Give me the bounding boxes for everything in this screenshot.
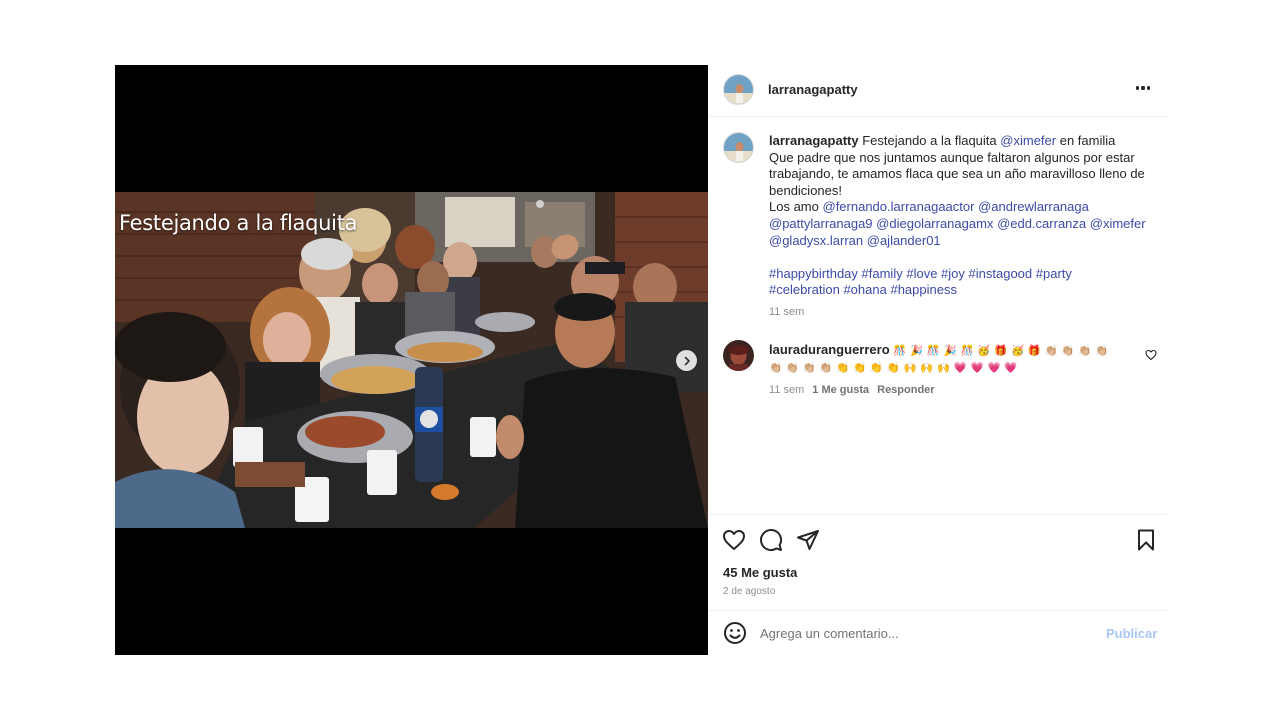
save-bookmark-icon[interactable] bbox=[1134, 528, 1158, 552]
action-bar: 45 Me gusta 2 de agosto bbox=[708, 514, 1166, 609]
avatar-image bbox=[724, 75, 753, 104]
add-comment-bar: Publicar bbox=[708, 610, 1166, 655]
hashtag-line: #celebration #ohana #happiness bbox=[769, 282, 1149, 299]
hashtag-link[interactable]: #family bbox=[862, 266, 903, 281]
hashtag-link[interactable]: #ohana bbox=[843, 282, 886, 297]
author-avatar[interactable] bbox=[723, 74, 754, 105]
hashtag-link[interactable]: #joy bbox=[941, 266, 965, 281]
mention-link[interactable]: @ximefer bbox=[1000, 133, 1056, 148]
caption-text: Los amo bbox=[769, 199, 819, 215]
mention-link[interactable]: @diegolarranagamx bbox=[876, 216, 993, 231]
mention-link[interactable]: @edd.carranza bbox=[997, 216, 1086, 231]
mention-link[interactable]: @ximefer bbox=[1090, 216, 1146, 231]
post-caption: larranagapatty Festejando a la flaquita … bbox=[769, 133, 1149, 321]
caption-line: trabajando, te amamos flaca que sea un a… bbox=[769, 166, 1145, 182]
dot-icon bbox=[1141, 86, 1145, 90]
post-date: 2 de agosto bbox=[723, 586, 776, 597]
commenter-avatar[interactable] bbox=[723, 340, 754, 371]
hashtag-link[interactable]: #happybirthday bbox=[769, 266, 858, 281]
hashtag-link[interactable]: #love bbox=[906, 266, 937, 281]
post-photo[interactable]: Festejando a la flaquita bbox=[115, 192, 708, 528]
hashtag-link[interactable]: #instagood bbox=[969, 266, 1033, 281]
mention-link[interactable]: @andrewlarranaga bbox=[978, 199, 1089, 214]
comment-emoji-text: 🎊 🎉 🎊 🎉 🎊 🥳 🎁 🥳 🎁 👏🏼 👏🏼 👏🏼 👏🏼 bbox=[893, 345, 1109, 357]
dot-icon bbox=[1146, 86, 1150, 90]
group-photo-image bbox=[115, 192, 708, 528]
share-paper-plane-icon[interactable] bbox=[796, 528, 820, 552]
hashtag-line: #happybirthday #family #love #joy #insta… bbox=[769, 266, 1149, 283]
next-photo-button[interactable] bbox=[676, 350, 697, 371]
caption-line: larranagapatty Festejando a la flaquita … bbox=[769, 133, 1149, 150]
like-heart-icon[interactable] bbox=[722, 528, 746, 552]
comment-emoji-text: 👏🏼 👏🏼 👏🏼 👏🏼 👏 👏 👏 👏 🙌 🙌 🙌 💗 💗 💗 💗 bbox=[769, 361, 1018, 374]
hashtag-link[interactable]: #celebration bbox=[769, 282, 840, 297]
comment-meta: 11 sem 1 Me gusta Responder bbox=[769, 382, 1141, 399]
mention-link[interactable]: @fernando.larranagaactor bbox=[823, 199, 975, 214]
caption-line: @pattylarranaga9 @diegolarranagamx @edd.… bbox=[769, 216, 1149, 233]
author-username[interactable]: larranagapatty bbox=[768, 82, 858, 97]
caption-text: en familia bbox=[1059, 133, 1116, 148]
caption-time[interactable]: 11 sem bbox=[769, 304, 1149, 321]
chevron-right-icon bbox=[684, 356, 690, 365]
post-media[interactable]: Festejando a la flaquita bbox=[115, 65, 708, 655]
commenter-username[interactable]: lauraduranguerrero bbox=[769, 342, 890, 357]
comment-like-heart-icon[interactable] bbox=[1145, 349, 1157, 361]
comment-input[interactable] bbox=[760, 624, 1060, 642]
comment-bubble-icon[interactable] bbox=[759, 528, 783, 552]
post-side-panel: larranagapatty larranagapatty Festejando… bbox=[708, 65, 1166, 655]
mention-link[interactable]: @ajlander01 bbox=[867, 233, 941, 248]
post-header: larranagapatty bbox=[708, 65, 1166, 117]
caption-text: Festejando a la flaquita bbox=[862, 133, 997, 148]
hashtag-link[interactable]: #party bbox=[1036, 266, 1072, 281]
reply-button[interactable]: Responder bbox=[877, 384, 934, 396]
caption-username[interactable]: larranagapatty bbox=[769, 133, 859, 148]
dot-icon bbox=[1136, 86, 1140, 90]
more-options-button[interactable] bbox=[1134, 79, 1152, 97]
avatar-image bbox=[724, 133, 753, 162]
caption-line: Que padre que nos juntamos aunque faltar… bbox=[769, 149, 1135, 165]
likes-count[interactable]: 45 Me gusta bbox=[723, 565, 797, 580]
caption-line: @gladysx.larran @ajlander01 bbox=[769, 233, 1149, 250]
caption-line: bendiciones! bbox=[769, 182, 842, 198]
emoji-picker-icon[interactable] bbox=[723, 621, 747, 645]
photo-overlay-text: Festejando a la flaquita bbox=[119, 211, 358, 235]
comment-time[interactable]: 11 sem bbox=[769, 384, 804, 396]
caption-avatar[interactable] bbox=[723, 132, 754, 163]
caption-line: Los amo @fernando.larranagaactor @andrew… bbox=[769, 199, 1149, 216]
comment-item: lauraduranguerrero 🎊 🎉 🎊 🎉 🎊 🥳 🎁 🥳 🎁 👏🏼 … bbox=[769, 342, 1141, 399]
mention-link[interactable]: @pattylarranaga9 bbox=[769, 216, 873, 231]
comment-likes[interactable]: 1 Me gusta bbox=[812, 384, 869, 396]
avatar-image bbox=[723, 340, 754, 371]
hashtag-link[interactable]: #happiness bbox=[890, 282, 957, 297]
publish-button[interactable]: Publicar bbox=[1106, 626, 1157, 641]
mention-link[interactable]: @gladysx.larran bbox=[769, 233, 863, 248]
